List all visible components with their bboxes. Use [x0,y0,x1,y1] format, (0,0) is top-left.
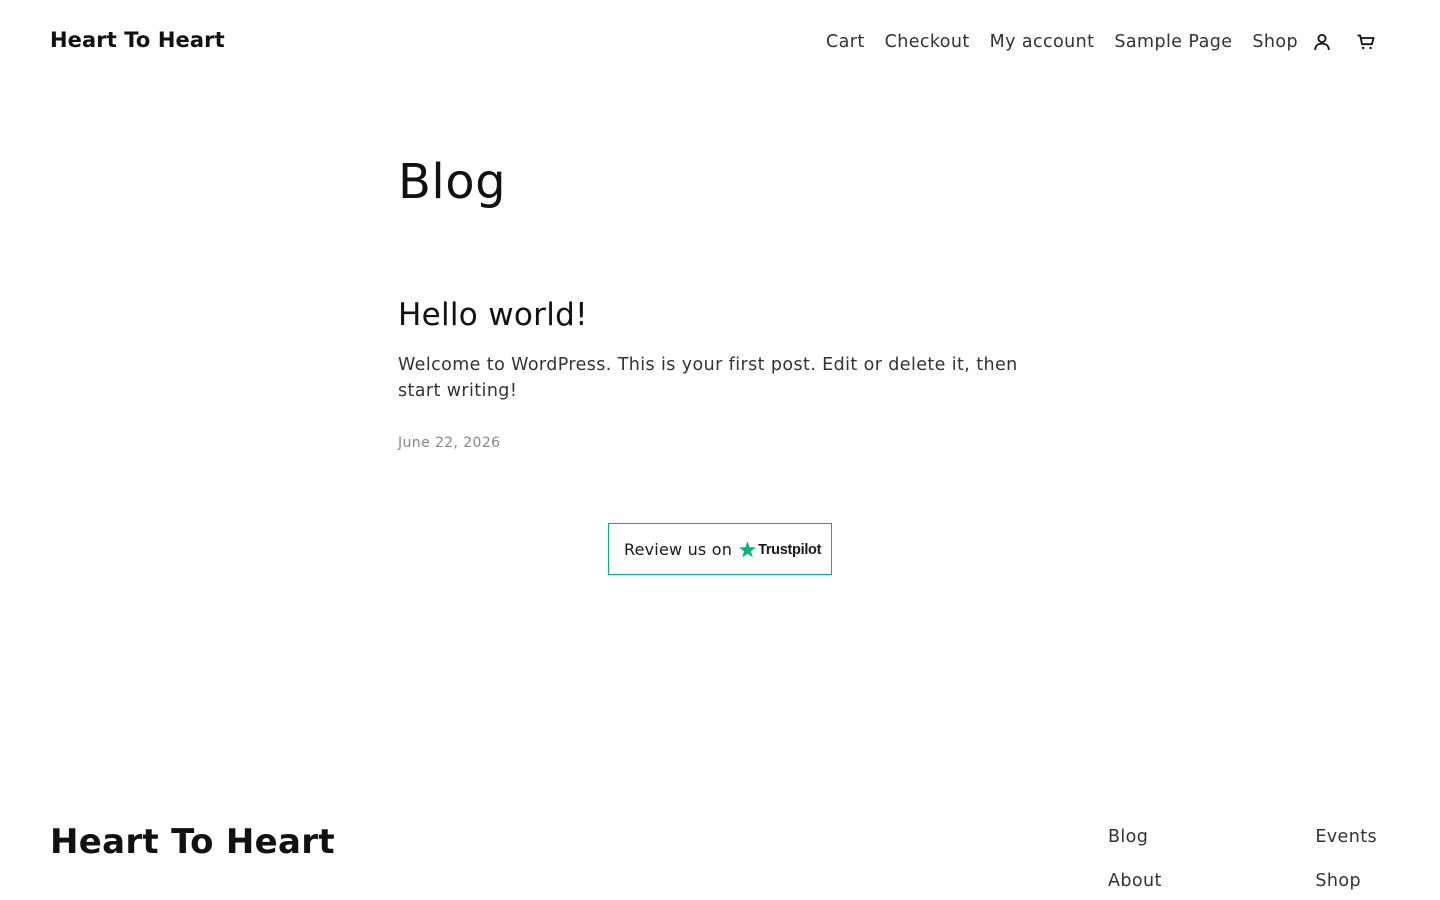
footer-link-about[interactable]: About [1108,868,1162,894]
trustpilot-logo: Trustpilot [738,540,821,559]
review-label: Review us on [624,539,733,559]
footer-link-events[interactable]: Events [1315,824,1377,850]
nav-item-my-account[interactable]: My account [990,30,1095,54]
nav-item-shop[interactable]: Shop [1252,30,1298,54]
nav-item-sample-page[interactable]: Sample Page [1114,30,1232,54]
post-excerpt: Welcome to WordPress. This is your first… [398,355,1018,401]
footer-nav-column-2: Events Shop [1315,824,1377,900]
footer-nav-column-1: Blog About [1108,824,1162,900]
primary-nav: Cart Checkout My account Sample Page Sho… [826,30,1378,54]
account-icon[interactable] [1310,30,1334,54]
trustpilot-star-icon [739,540,757,557]
trustpilot-wordmark: Trustpilot [758,542,822,558]
footer-site-title[interactable]: Heart To Heart [50,820,335,864]
nav-item-cart[interactable]: Cart [826,30,865,54]
trustpilot-review-button[interactable]: Review us on Trustpilot [608,523,832,575]
footer-link-blog[interactable]: Blog [1108,824,1162,850]
post-title-link[interactable]: Hello world! [398,294,588,336]
nav-item-checkout[interactable]: Checkout [885,30,970,54]
site-title-link[interactable]: Heart To Heart [50,28,225,52]
footer-link-shop[interactable]: Shop [1315,868,1361,894]
page-title: Blog [398,154,507,210]
cart-icon[interactable] [1354,30,1378,54]
post-date[interactable]: June 22, 2026 [398,434,500,452]
